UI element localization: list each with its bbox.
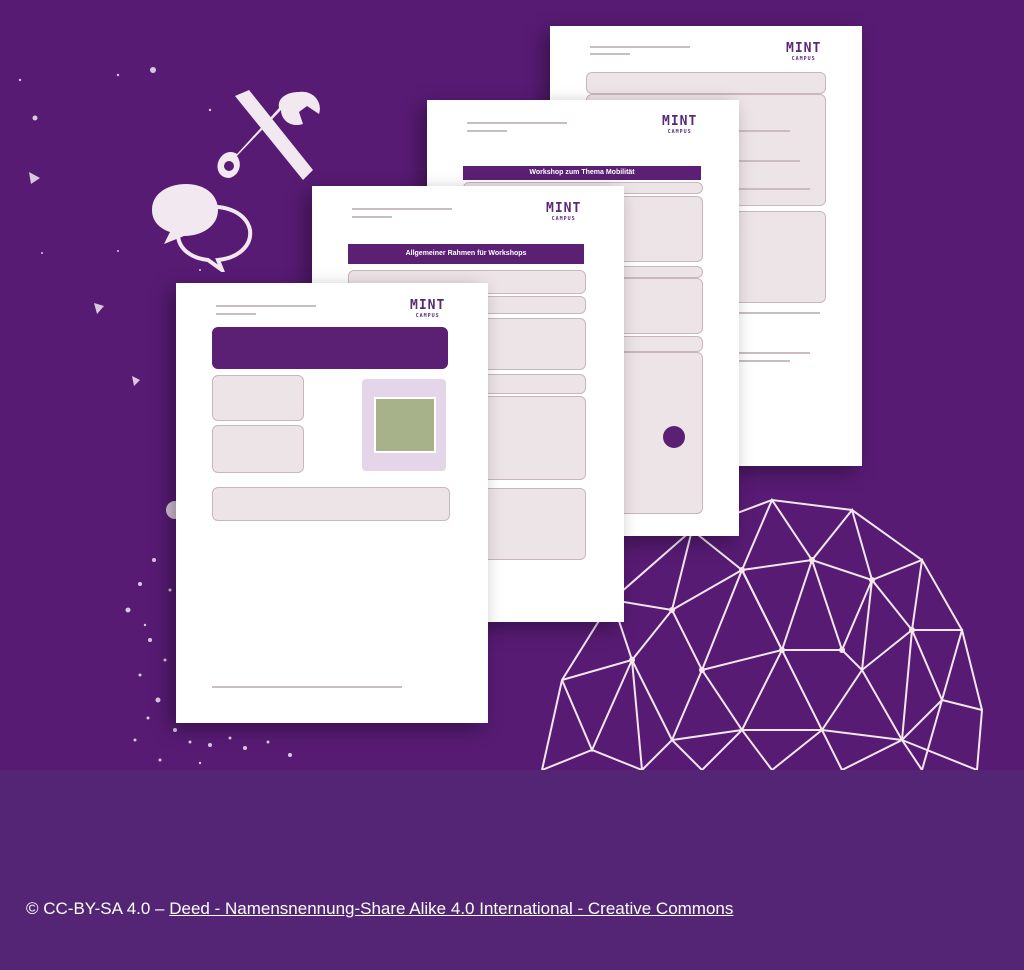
brand-logo: MINT (546, 201, 582, 216)
license-prefix: © CC-BY-SA 4.0 – (26, 899, 170, 918)
page4-box-header (586, 72, 826, 94)
speech-bubbles-icon (152, 184, 253, 272)
brand-logo: MINT (410, 298, 446, 313)
document-page-1: MINT CAMPUS (176, 283, 488, 723)
footer (0, 770, 1024, 970)
page3-banner: Workshop zum Thema Mobilität (463, 166, 701, 180)
page2-banner: Allgemeiner Rahmen für Workshops (348, 244, 584, 264)
brand-logo: MINT (662, 114, 698, 129)
license-link[interactable]: Deed - Namensnennung-Share Alike 4.0 Int… (169, 899, 733, 918)
page1-image (362, 379, 446, 471)
wrench-screwdriver-icon (217, 90, 320, 180)
license-credit: © CC-BY-SA 4.0 – Deed - Namensnennung-Sh… (26, 899, 733, 919)
page1-goals-box (212, 327, 448, 369)
brand-logo: MINT (786, 41, 822, 56)
hero-illustration: MINT CAMPUS MINT CAMPUS Workshop zum Thema… (0, 0, 1024, 770)
badge-circle (663, 426, 685, 448)
